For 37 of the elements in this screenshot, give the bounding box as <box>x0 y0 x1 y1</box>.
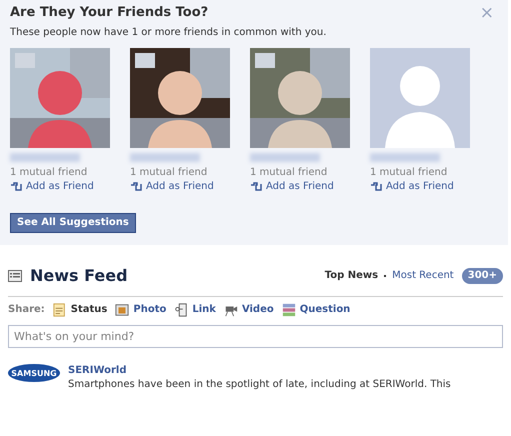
mutual-friends-text: 1 mutual friend <box>250 166 328 180</box>
share-question-tab[interactable]: Question <box>282 302 350 317</box>
news-feed-title: News Feed <box>30 265 128 288</box>
panel-title: Are They Your Friends Too? <box>10 4 208 22</box>
mutual-friends-text: 1 mutual friend <box>130 166 208 180</box>
share-status-tab[interactable]: Status <box>52 302 108 317</box>
status-input-field[interactable]: What's on your mind? <box>8 324 503 348</box>
add-friend-icon <box>10 182 22 192</box>
link-icon <box>174 302 188 317</box>
photo-icon <box>115 302 130 317</box>
mutual-friends-text: 1 mutual friend <box>10 166 88 180</box>
share-label: Share: <box>8 302 45 317</box>
add-as-friend-link[interactable]: Add as Friend <box>370 180 454 194</box>
blurred-name <box>130 153 200 162</box>
news-feed-icon <box>8 270 22 282</box>
feed-tab[interactable]: Most Recent <box>392 269 454 284</box>
blurred-name <box>370 153 440 162</box>
blurred-name <box>250 153 320 162</box>
blurred-name <box>10 153 80 162</box>
add-as-friend-link[interactable]: Add as Friend <box>250 180 334 194</box>
share-link-tab[interactable]: Link <box>174 302 216 317</box>
share-photo-tab[interactable]: Photo <box>115 302 166 317</box>
add-friend-icon <box>250 182 262 192</box>
mutual-friends-text: 1 mutual friend <box>370 166 448 180</box>
add-friend-icon <box>130 182 142 192</box>
status-icon <box>52 302 67 317</box>
post-author-link[interactable]: SERIWorld <box>68 364 127 376</box>
question-icon <box>282 302 296 317</box>
feed-tab[interactable]: Top News <box>324 269 378 284</box>
see-all-suggestions-button[interactable]: See All Suggestions <box>10 213 136 234</box>
share-video-tab[interactable]: Video <box>224 302 274 317</box>
post-text: Smartphones have been in the spotlight of late, including at SERIWorld. This <box>68 378 451 392</box>
add-as-friend-link[interactable]: Add as Friend <box>130 180 214 194</box>
panel-subtitle: These people now have 1 or more friends in common with you. <box>10 26 328 40</box>
add-friend-icon <box>370 182 382 192</box>
add-as-friend-link[interactable]: Add as Friend <box>10 180 94 194</box>
count-badge: 300+ <box>462 268 503 284</box>
